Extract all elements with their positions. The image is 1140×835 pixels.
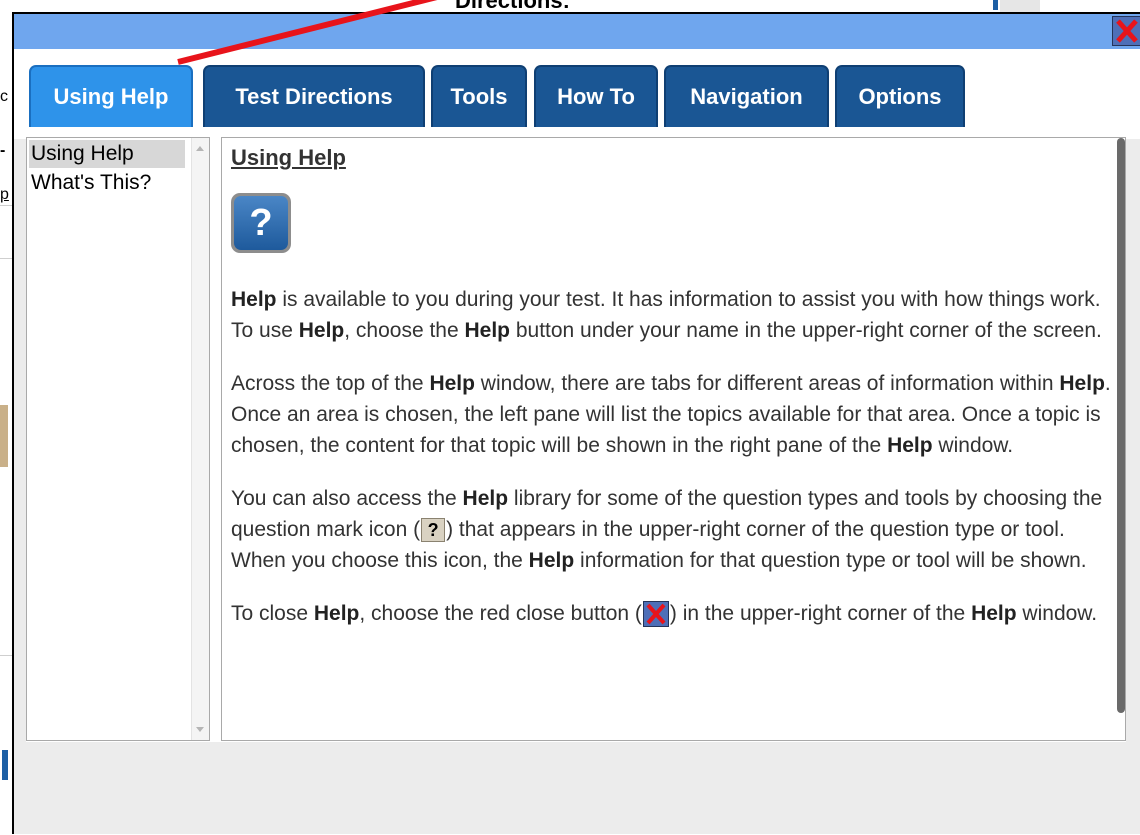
- background-divider: [0, 205, 12, 206]
- background-corner-block: [1000, 0, 1040, 12]
- background-divider: [0, 655, 12, 656]
- help-content: Using Help ? Help is available to you du…: [231, 138, 1111, 629]
- content-heading: Using Help: [231, 145, 346, 170]
- content-frame: Using Help What's This? Using Help ? Hel…: [26, 127, 1126, 742]
- help-content-pane: Using Help ? Help is available to you du…: [221, 137, 1126, 741]
- paragraph-2: Across the top of the Help window, there…: [231, 372, 1111, 457]
- content-scrollbar[interactable]: [1117, 138, 1125, 713]
- paragraph-4: To close Help, choose the red close butt…: [231, 598, 1111, 629]
- background-divider: [0, 258, 12, 259]
- inline-close-icon: [642, 601, 669, 628]
- tab-tools[interactable]: Tools: [431, 65, 527, 127]
- help-dialog: Using Help Test Directions Tools How To …: [12, 12, 1140, 834]
- scroll-down-arrow-icon[interactable]: [196, 727, 204, 732]
- topic-item-using-help[interactable]: Using Help: [29, 140, 185, 168]
- paragraph-1: Help is available to you during your tes…: [231, 288, 1102, 342]
- tab-bar: Using Help Test Directions Tools How To …: [14, 49, 1140, 139]
- background-fragment: p: [0, 186, 9, 203]
- tab-test-directions[interactable]: Test Directions: [203, 65, 425, 127]
- close-x-icon: [1116, 19, 1138, 43]
- close-button[interactable]: [1112, 16, 1140, 46]
- dialog-titlebar: [14, 14, 1140, 49]
- help-question-icon: ?: [231, 193, 291, 253]
- scroll-up-arrow-icon[interactable]: [196, 146, 204, 151]
- topic-list: Using Help What's This?: [26, 137, 210, 741]
- tab-navigation[interactable]: Navigation: [664, 65, 829, 127]
- background-corner-edge: [993, 0, 998, 10]
- tab-using-help[interactable]: Using Help: [29, 65, 193, 127]
- background-fragment: -: [0, 142, 6, 159]
- background-fragment: c: [0, 88, 8, 105]
- tab-how-to[interactable]: How To: [534, 65, 658, 127]
- help-question-glyph: ?: [234, 196, 288, 250]
- question-mark-icon: ?: [421, 518, 446, 543]
- tab-options[interactable]: Options: [835, 65, 965, 127]
- topic-list-scrollbar[interactable]: [191, 138, 209, 740]
- topic-item-whats-this[interactable]: What's This?: [29, 169, 151, 197]
- paragraph-3: You can also access the Help library for…: [231, 487, 1103, 572]
- dialog-footer: [14, 742, 1140, 834]
- background-blue-edge: [2, 750, 8, 780]
- background-thumbnail: [0, 405, 8, 467]
